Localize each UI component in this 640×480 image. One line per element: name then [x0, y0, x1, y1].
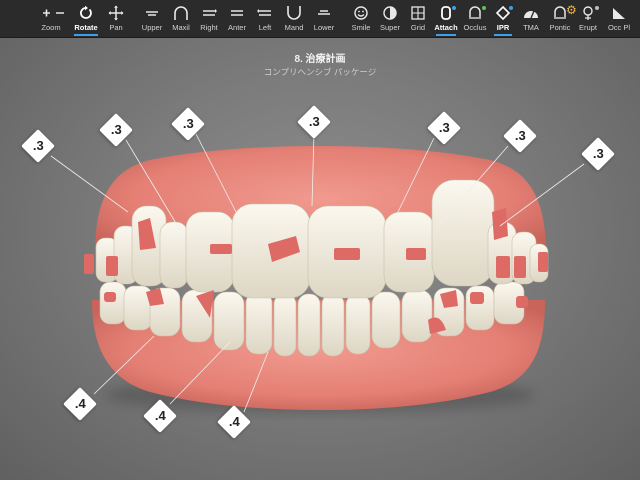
attachment	[334, 248, 360, 260]
attachment	[104, 292, 116, 302]
attachment	[538, 252, 548, 272]
ipr-value: .3	[592, 146, 604, 162]
attachment	[470, 292, 484, 304]
ipr-value: .3	[514, 128, 526, 144]
attachment	[492, 208, 508, 240]
ipr-value: .4	[154, 408, 166, 424]
ipr-value: .4	[74, 396, 86, 412]
ipr-value: .4	[228, 414, 240, 430]
attachment	[516, 296, 528, 308]
dental-model-viewport[interactable]	[0, 0, 640, 480]
attachment	[106, 256, 118, 276]
attachment	[210, 244, 232, 254]
ipr-value: .3	[32, 138, 44, 154]
ipr-value: .3	[438, 120, 450, 136]
ipr-value: .3	[110, 122, 122, 138]
attachment	[496, 256, 510, 278]
attachment	[514, 256, 526, 278]
ipr-value: .3	[308, 114, 320, 130]
attachment	[406, 248, 426, 260]
attachment	[84, 254, 94, 274]
ipr-value: .3	[182, 116, 194, 132]
